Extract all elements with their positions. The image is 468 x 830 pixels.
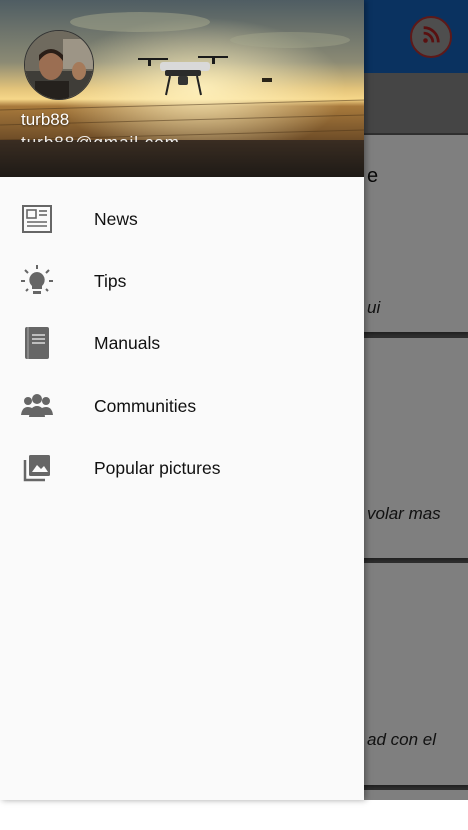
avatar[interactable]: [24, 30, 94, 100]
menu-item-tips[interactable]: Tips: [0, 250, 364, 312]
menu-item-label: News: [94, 208, 138, 229]
email-strip: [0, 140, 364, 177]
menu-item-news[interactable]: News: [0, 188, 364, 250]
menu-item-manuals[interactable]: Manuals: [0, 312, 364, 374]
avatar-image: [25, 31, 93, 99]
navigation-drawer: turb88 turb88@gmail.com News: [0, 0, 364, 800]
drawer-header: turb88 turb88@gmail.com: [0, 0, 364, 177]
newspaper-icon: [20, 202, 54, 236]
menu-item-label: Communities: [94, 395, 197, 416]
group-icon: [20, 389, 54, 423]
menu-item-label: Popular pictures: [94, 457, 221, 478]
menu-item-popular-pictures[interactable]: Popular pictures: [0, 437, 364, 499]
photo-library-icon: [20, 451, 54, 485]
lightbulb-icon: [20, 264, 54, 298]
book-icon: [20, 326, 54, 360]
menu-item-label: Manuals: [94, 332, 161, 353]
menu-item-communities[interactable]: Communities: [0, 375, 364, 437]
menu-item-label: Tips: [94, 270, 127, 291]
username: turb88: [21, 110, 70, 129]
